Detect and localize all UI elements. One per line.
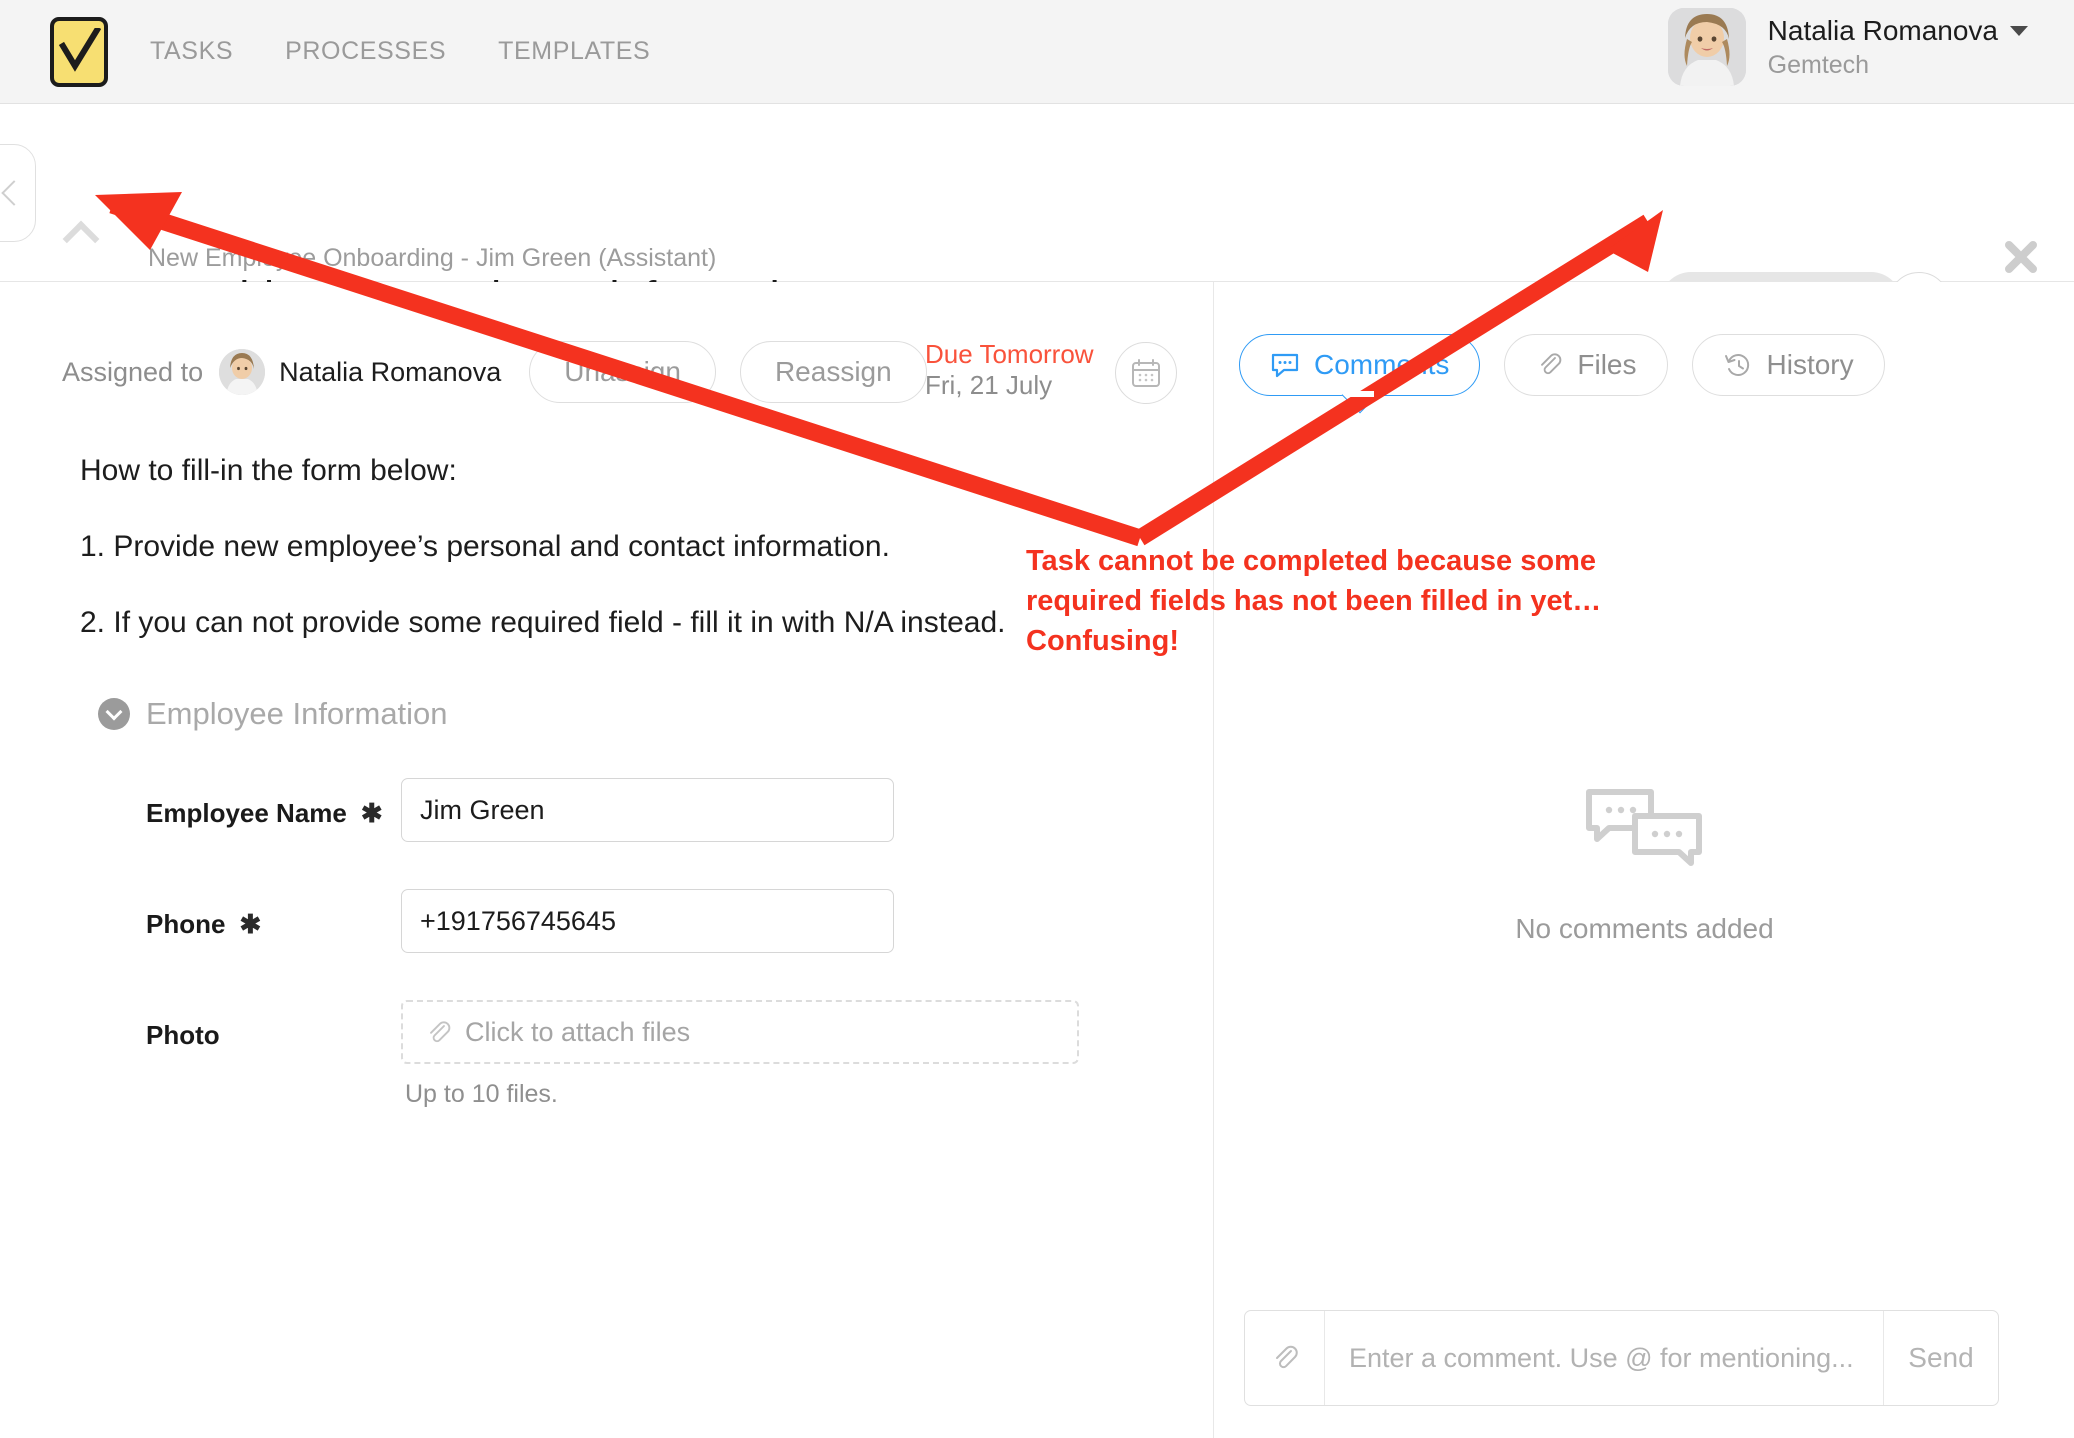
attach-files-label: Click to attach files	[465, 1016, 691, 1047]
section-employee-information[interactable]: Employee Information	[98, 696, 448, 732]
profile-name: Natalia Romanova	[1767, 14, 1998, 46]
chevron-down-icon[interactable]	[98, 698, 130, 730]
profile-menu[interactable]: Natalia Romanova Gemtech	[1667, 8, 2028, 86]
field-label: Phone ✱	[146, 889, 401, 940]
profile-org: Gemtech	[1767, 50, 1870, 79]
tab-label: Comments	[1314, 349, 1450, 380]
tab-files[interactable]: Files	[1504, 334, 1668, 396]
due-date-secondary: Fri, 21 July	[925, 370, 1053, 401]
reassign-button[interactable]: Reassign	[739, 341, 927, 403]
nav-link-templates[interactable]: TEMPLATES	[498, 37, 650, 66]
tab-history[interactable]: History	[1691, 334, 1885, 396]
breadcrumb: New Employee Onboarding - Jim Green (Ass…	[148, 244, 717, 272]
unassign-button[interactable]: Unassign	[529, 341, 716, 403]
paperclip-icon	[1275, 1345, 1298, 1369]
assignee-avatar	[219, 349, 266, 395]
attach-comment-file-button[interactable]	[1245, 1311, 1325, 1405]
profile-name-row: Natalia Romanova	[1768, 15, 2028, 47]
photo-upload-hint: Up to 10 files.	[405, 1080, 558, 1108]
chat-bubbles-icon	[1585, 789, 1702, 866]
chevron-down-icon[interactable]	[2010, 25, 2028, 36]
side-panel: Comments Files History No comments added…	[1213, 282, 2074, 1438]
assigned-to-label: Assigned to	[62, 356, 204, 387]
paperclip-icon	[1541, 353, 1562, 375]
annotation-text: Task cannot be completed because some re…	[1026, 545, 1602, 658]
instructions-item-2: 2. If you can not provide some required …	[80, 606, 1006, 639]
employee-name-input[interactable]: Jim Green	[401, 778, 894, 842]
chevron-up-icon[interactable]	[62, 220, 100, 258]
field-phone: Phone ✱ +191756745645	[146, 889, 894, 953]
field-label: Photo	[146, 1000, 401, 1051]
app-root: TASKS PROCESSES TEMPLATES Natalia Romano…	[0, 0, 2074, 1438]
due-date-block: Due Tomorrow Fri, 21 July	[925, 339, 1094, 403]
calendar-button[interactable]	[1115, 342, 1177, 404]
photo-upload-group: Click to attach files Up to 10 files.	[401, 1000, 1079, 1109]
comment-input[interactable]: Enter a comment. Use @ for mentioning...	[1325, 1311, 1883, 1405]
checkmark-logo-icon[interactable]	[50, 16, 108, 87]
tab-label: Files	[1577, 349, 1637, 380]
send-comment-button[interactable]: Send	[1883, 1311, 1998, 1405]
history-clock-icon	[1724, 354, 1749, 376]
instructions-item-1: 1. Provide new employee’s personal and c…	[80, 530, 890, 563]
task-detail-pane: Assigned to Natalia Romanova Unassign Re…	[0, 282, 1212, 1438]
top-navigation-bar: TASKS PROCESSES TEMPLATES Natalia Romano…	[0, 0, 2074, 104]
task-header: New Employee Onboarding - Jim Green (Ass…	[0, 104, 2074, 338]
empty-state-text: No comments added	[1515, 913, 1774, 944]
field-label-text: Photo	[146, 1020, 220, 1050]
nav-link-processes[interactable]: PROCESSES	[285, 37, 446, 66]
tab-comments[interactable]: Comments	[1239, 334, 1481, 397]
previous-task-button[interactable]	[0, 144, 36, 242]
field-photo: Photo Click to attach files Up to 10 fil…	[146, 1000, 1079, 1109]
comment-composer: Enter a comment. Use @ for mentioning...…	[1244, 1310, 1999, 1406]
tab-label: History	[1766, 349, 1854, 380]
profile-text: Natalia Romanova Gemtech	[1768, 15, 2028, 80]
instructions-heading: How to fill-in the form below:	[80, 454, 457, 487]
assignee-name: Natalia Romanova	[279, 356, 502, 387]
comment-bubble-icon	[1271, 353, 1299, 378]
paperclip-icon	[430, 1021, 451, 1043]
main-nav-links: TASKS PROCESSES TEMPLATES	[150, 37, 702, 66]
close-icon	[2005, 241, 2037, 273]
comments-empty-state: No comments added	[1214, 782, 2074, 945]
instructions-block: How to fill-in the form below: 1. Provid…	[80, 454, 1080, 640]
calendar-icon	[1132, 359, 1160, 387]
chevron-left-icon	[1, 180, 27, 206]
phone-input[interactable]: +191756745645	[401, 889, 894, 953]
required-marker: ✱	[360, 798, 383, 828]
due-date-primary: Due Tomorrow	[925, 339, 1094, 369]
field-label: Employee Name ✱	[146, 778, 401, 829]
assignment-row: Assigned to Natalia Romanova Unassign Re…	[62, 336, 927, 408]
field-label-text: Phone	[146, 909, 226, 939]
side-panel-tabs: Comments Files History	[1239, 334, 1885, 397]
section-title: Employee Information	[146, 696, 448, 731]
close-button[interactable]	[2000, 236, 2042, 278]
field-employee-name: Employee Name ✱ Jim Green	[146, 778, 894, 842]
nav-link-tasks[interactable]: TASKS	[150, 37, 233, 66]
attach-files-dropzone[interactable]: Click to attach files	[401, 1000, 1079, 1064]
field-label-text: Employee Name	[146, 798, 347, 828]
required-marker: ✱	[239, 909, 262, 939]
avatar	[1667, 8, 1746, 86]
